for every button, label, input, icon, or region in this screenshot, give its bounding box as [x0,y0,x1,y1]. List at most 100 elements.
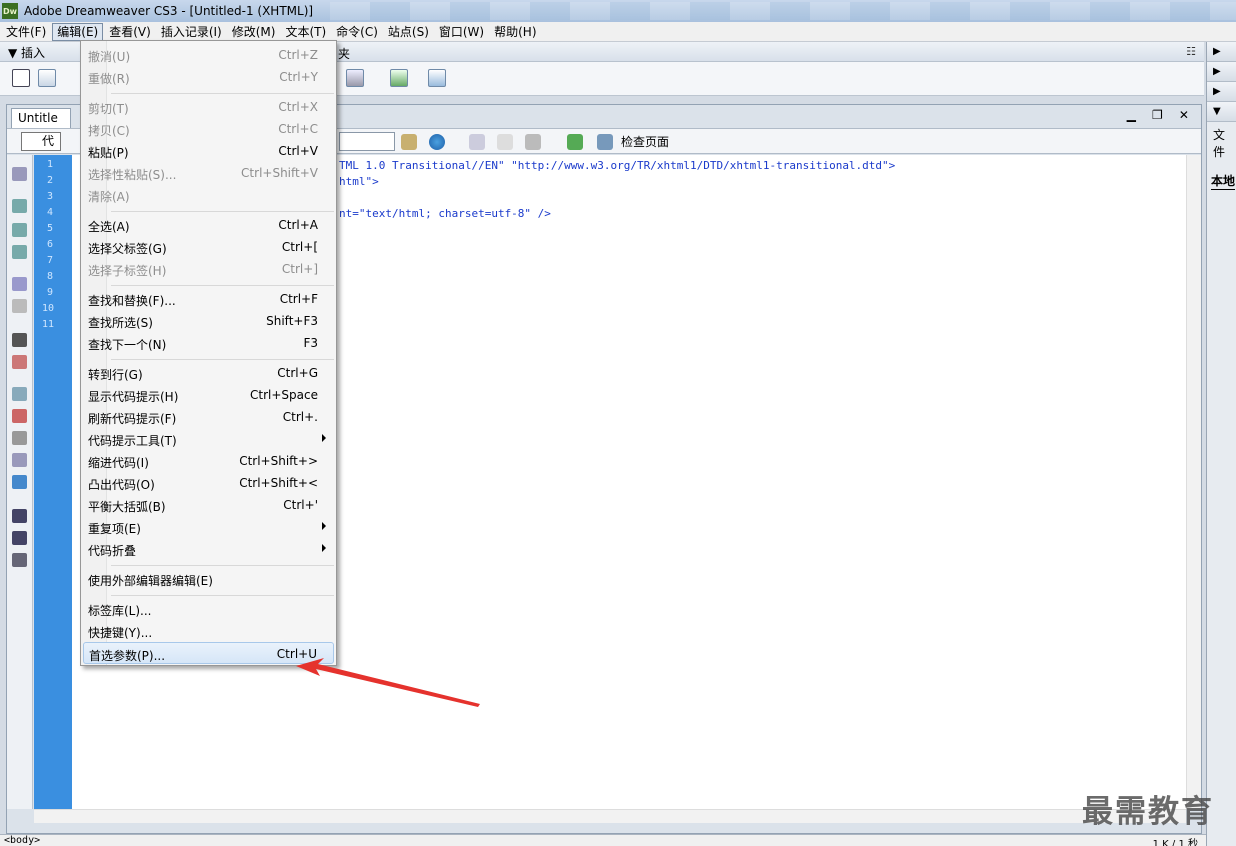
local-view-label[interactable]: 本地 [1211,172,1236,190]
hyperlink-icon[interactable] [12,69,30,87]
menu-item-balance-braces[interactable]: 平衡大括弧(B) Ctrl+' [83,494,334,516]
menu-item-outdent-code[interactable]: 凸出代码(O) Ctrl+Shift+< [83,472,334,494]
menu-edit[interactable]: 编辑(E) [52,22,104,41]
menu-file[interactable]: 文件(F) [2,23,50,41]
window-controls[interactable]: ▁ ❐ ✕ [1127,108,1195,122]
panel-collapse-arrow-icon[interactable]: ▶ [1207,42,1236,62]
menu-item-code-hint-tools[interactable]: 代码提示工具(T) [83,428,334,450]
highlight-invalid-code-icon[interactable] [12,355,27,369]
document-icon[interactable] [390,69,408,87]
outdent-code-icon[interactable] [12,531,27,545]
template-icon[interactable] [346,69,364,87]
collapse-selection-icon[interactable] [12,223,27,237]
menu-item-find-selection[interactable]: 查找所选(S) Shift+F3 [83,310,334,332]
menu-separator [111,359,334,360]
open-documents-icon[interactable] [12,167,27,181]
menu-item-repeating-entries[interactable]: 重复项(E) [83,516,334,538]
tag-chooser-icon[interactable] [428,69,446,87]
download-size: 1 K / 1 秒 [1152,839,1198,846]
document-title-input[interactable] [339,132,395,151]
refresh-icon[interactable] [469,134,485,150]
menu-item-select-parent-tag[interactable]: 选择父标签(G) Ctrl+[ [83,236,334,258]
menu-item-code-collapse[interactable]: 代码折叠 [83,538,334,560]
email-link-icon[interactable] [38,69,56,87]
menu-modify[interactable]: 修改(M) [228,23,280,41]
menu-text[interactable]: 文本(T) [281,23,330,41]
title-bar: Dw Adobe Dreamweaver CS3 - [Untitled-1 (… [0,0,1236,22]
apply-comment-icon[interactable] [12,387,27,401]
panel-collapse-arrow-icon[interactable]: ▶ [1207,62,1236,82]
format-source-icon[interactable] [12,553,27,567]
menu-item-redo[interactable]: 重做(R) Ctrl+Y [83,66,334,88]
menu-item-select-all[interactable]: 全选(A) Ctrl+A [83,214,334,236]
check-page-button[interactable]: 检查页面 [621,133,669,150]
panel-expand-arrow-icon[interactable]: ▼ [1207,102,1236,122]
code-line: TML 1.0 Transitional//EN" "http://www.w3… [339,159,896,172]
menu-site[interactable]: 站点(S) [384,23,433,41]
titlebar-background [330,2,1236,20]
edit-menu-dropdown: 撤消(U) Ctrl+Z 重做(R) Ctrl+Y 剪切(T) Ctrl+X 拷贝(C… [80,40,337,666]
menu-item-copy[interactable]: 拷贝(C) Ctrl+C [83,118,334,140]
file-management-icon[interactable] [401,134,417,150]
panel-options-icon[interactable]: ☷ [1186,45,1196,58]
check-page-icon[interactable] [597,134,613,150]
status-bar: <body> 1 K / 1 秒 [0,834,1206,846]
menu-separator [111,285,334,286]
menu-view[interactable]: 查看(V) [105,23,155,41]
balance-braces-icon[interactable] [12,299,27,313]
insert-panel-tab-tail[interactable]: 夹 [338,45,350,62]
visual-aids-icon[interactable] [525,134,541,150]
code-view-button[interactable]: 代 [21,132,61,151]
menu-item-paste-special[interactable]: 选择性粘贴(S)... Ctrl+Shift+V [83,162,334,184]
preview-browser-icon[interactable] [429,134,445,150]
right-panel-group: ▶ ▶ ▶ ▼ 文件 本地 [1206,42,1236,846]
menu-separator [111,211,334,212]
menu-item-cut[interactable]: 剪切(T) Ctrl+X [83,96,334,118]
coding-toolbar [7,155,33,809]
horizontal-scrollbar[interactable] [34,809,1186,823]
insert-panel-label[interactable]: ▼ 插入 [8,44,45,61]
menu-item-clear[interactable]: 清除(A) [83,184,334,206]
collapse-tag-icon[interactable] [12,199,27,213]
vertical-scrollbar[interactable] [1186,155,1201,809]
menu-window[interactable]: 窗口(W) [435,23,488,41]
menu-commands[interactable]: 命令(C) [332,23,382,41]
tag-selector[interactable]: <body> [4,835,40,846]
menu-item-show-code-hints[interactable]: 显示代码提示(H) Ctrl+Space [83,384,334,406]
menu-item-paste[interactable]: 粘贴(P) Ctrl+V [83,140,334,162]
recent-snippets-icon[interactable] [12,453,27,467]
menu-item-undo[interactable]: 撤消(U) Ctrl+Z [83,44,334,66]
menu-item-go-to-line[interactable]: 转到行(G) Ctrl+G [83,362,334,384]
menu-item-indent-code[interactable]: 缩进代码(I) Ctrl+Shift+> [83,450,334,472]
document-tab[interactable]: Untitle [11,108,71,128]
line-number: 8 [47,271,54,282]
menu-item-find-replace[interactable]: 查找和替换(F)... Ctrl+F [83,288,334,310]
line-number-gutter: 1 2 3 4 5 6 7 8 9 10 11 [34,155,72,809]
remove-comment-icon[interactable] [12,409,27,423]
panel-collapse-arrow-icon[interactable]: ▶ [1207,82,1236,102]
indent-code-icon[interactable] [12,509,27,523]
select-parent-tag-icon[interactable] [12,277,27,291]
menu-item-find-next[interactable]: 查找下一个(N) F3 [83,332,334,354]
view-options-icon[interactable] [497,134,513,150]
line-number: 4 [47,207,54,218]
menu-item-external-editor[interactable]: 使用外部编辑器编辑(E) [83,568,334,590]
line-number: 6 [47,239,54,250]
expand-all-icon[interactable] [12,245,27,259]
line-numbers-icon[interactable] [12,333,27,347]
menu-item-tag-libraries[interactable]: 标签库(L)... [83,598,334,620]
submenu-arrow-icon [322,522,326,530]
validate-markup-icon[interactable] [567,134,583,150]
menu-help[interactable]: 帮助(H) [490,23,540,41]
line-number: 3 [47,191,54,202]
menu-item-keyboard-shortcuts[interactable]: 快捷键(Y)... [83,620,334,642]
wrap-tag-icon[interactable] [12,431,27,445]
dreamweaver-logo-icon: Dw [2,3,18,19]
files-panel-tab[interactable]: 文件 [1213,126,1236,160]
menu-insert[interactable]: 插入记录(I) [157,23,226,41]
window-title: Adobe Dreamweaver CS3 - [Untitled-1 (XHT… [24,4,314,18]
watermark-logo: 最需教育 [1082,794,1214,830]
move-css-icon[interactable] [12,475,27,489]
menu-item-refresh-code-hints[interactable]: 刷新代码提示(F) Ctrl+. [83,406,334,428]
menu-item-select-child-tag[interactable]: 选择子标签(H) Ctrl+] [83,258,334,280]
